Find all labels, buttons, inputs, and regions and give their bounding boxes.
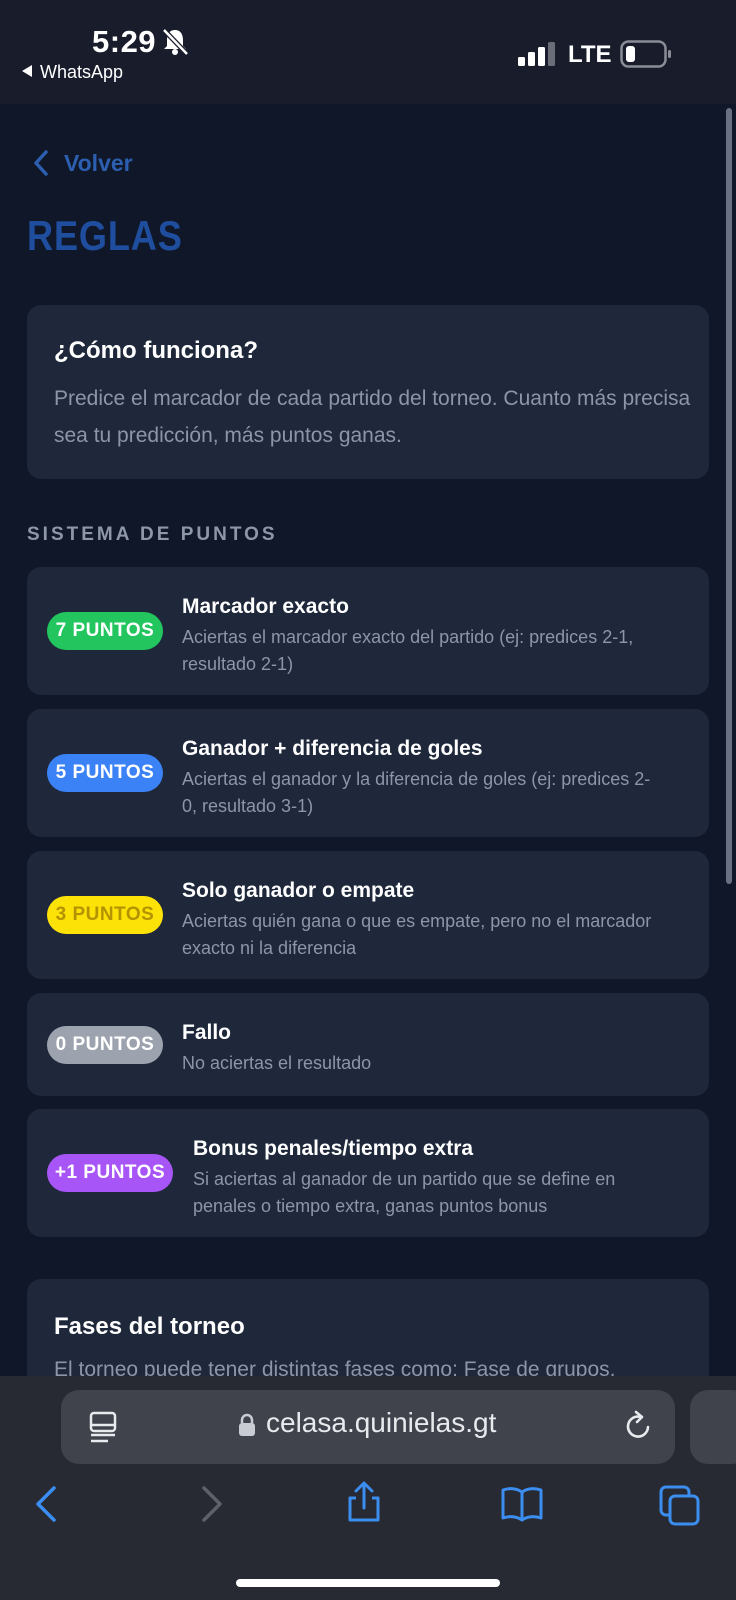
rule-description-line: exacto ni la diferencia: [182, 938, 357, 958]
battery-icon: [620, 40, 671, 68]
page-title: REGLAS: [27, 212, 183, 259]
url-text[interactable]: celasa.quinielas.gt: [266, 1407, 496, 1439]
points-section-title: SISTEMA DE PUNTOS: [27, 524, 278, 545]
back-triangle-icon: [22, 65, 32, 77]
how-it-works-text: Predice el marcador de cada partido del …: [54, 387, 691, 447]
browser-back-icon[interactable]: [26, 1482, 70, 1526]
rule-description-line: Aciertas el ganador y la diferencia de g…: [182, 769, 651, 789]
points-badge: 3 PUNTOS: [47, 896, 163, 934]
rule-title: Ganador + diferencia de goles: [182, 737, 483, 760]
back-button[interactable]: Volver: [32, 146, 133, 180]
rule-title: Fallo: [182, 1021, 232, 1044]
tabs-icon[interactable]: [658, 1484, 702, 1528]
back-app-label: WhatsApp: [40, 62, 124, 82]
rule-description-line: resultado 2-1): [182, 654, 294, 674]
reload-icon[interactable]: [624, 1410, 654, 1442]
rule-description-line: Aciertas quién gana o que es empate, per…: [182, 911, 652, 931]
rule-description-line: Aciertas el marcador exacto del partido …: [182, 627, 634, 647]
home-indicator[interactable]: [236, 1579, 500, 1587]
bookmarks-icon[interactable]: [500, 1482, 544, 1526]
rule-description-line: Si aciertas al ganador de un partido que…: [193, 1169, 616, 1189]
rule-description-line: penales o tiempo extra, ganas puntos bon…: [193, 1196, 548, 1216]
next-tab-peek[interactable]: [690, 1390, 736, 1464]
cellular-signal-icon: [518, 42, 555, 66]
rule-title: Solo ganador o empate: [182, 879, 415, 902]
back-to-app-link[interactable]: WhatsApp: [22, 62, 123, 83]
how-it-works-title: ¿Cómo funciona?: [54, 337, 258, 364]
points-badge: 0 PUNTOS: [47, 1025, 163, 1064]
back-label: Volver: [64, 149, 133, 176]
rule-title: Bonus penales/tiempo extra: [193, 1137, 474, 1160]
lock-icon: [239, 1413, 255, 1436]
points-badge: 5 PUNTOS: [47, 754, 163, 792]
share-icon[interactable]: [342, 1480, 386, 1524]
bell-muted-icon: [162, 28, 189, 56]
network-type: LTE: [568, 41, 612, 68]
points-badge: 7 PUNTOS: [47, 612, 163, 650]
points-badge: +1 PUNTOS: [47, 1154, 173, 1192]
status-time: 5:29: [92, 24, 157, 59]
browser-forward-icon[interactable]: [188, 1482, 232, 1526]
rule-description-line: No aciertas el resultado: [182, 1053, 372, 1073]
phases-title: Fases del torneo: [54, 1313, 245, 1340]
page-scrollbar[interactable]: [726, 108, 732, 884]
chevron-left-icon: [34, 150, 48, 176]
rule-description-line: 0, resultado 3-1): [182, 796, 314, 816]
rule-title: Marcador exacto: [182, 595, 349, 618]
reader-mode-icon[interactable]: [88, 1411, 118, 1443]
